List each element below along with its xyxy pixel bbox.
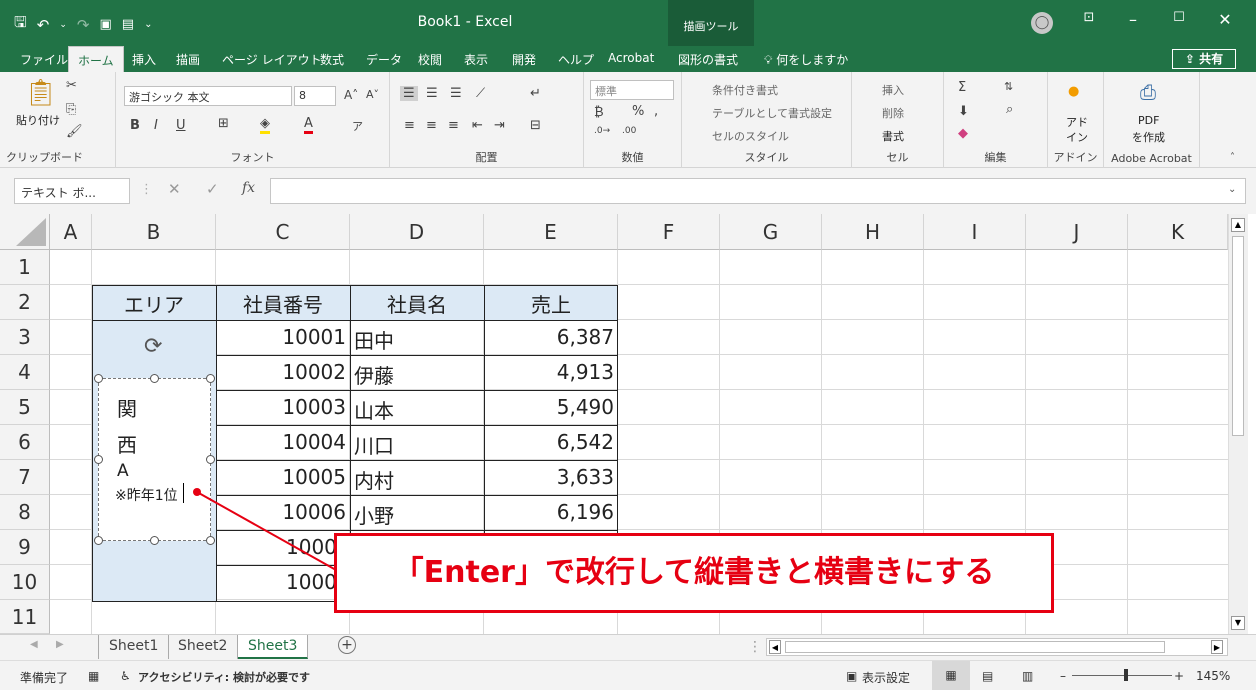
zoom-out-icon[interactable]: – bbox=[1060, 669, 1066, 683]
resize-handle-top-left[interactable] bbox=[94, 374, 103, 383]
resize-handle-left[interactable] bbox=[94, 455, 103, 464]
resize-handle-bottom[interactable] bbox=[150, 536, 159, 545]
rotate-handle-icon[interactable]: ⟳ bbox=[144, 334, 162, 359]
cell-sales[interactable]: 4,913 bbox=[484, 360, 614, 384]
macro-record-icon[interactable]: ▦ bbox=[88, 669, 99, 683]
zoom-slider-thumb[interactable] bbox=[1124, 669, 1128, 681]
vertical-scroll-thumb[interactable] bbox=[1232, 236, 1244, 436]
cell-sales[interactable]: 6,387 bbox=[484, 325, 614, 349]
cell-employee-id[interactable]: 1000 bbox=[286, 570, 337, 594]
cell-employee-id[interactable]: 10005 bbox=[216, 465, 346, 489]
cell-employee-name[interactable]: 山本 bbox=[354, 395, 394, 424]
cell-sales[interactable]: 6,542 bbox=[484, 430, 614, 454]
scroll-left-icon[interactable]: ◀ bbox=[769, 640, 781, 654]
cell-employee-id[interactable]: 1000 bbox=[286, 535, 337, 559]
zoom-in-icon[interactable]: + bbox=[1174, 669, 1184, 683]
accessibility-icon[interactable]: ♿︎ bbox=[120, 669, 131, 683]
sheet-prev-icon[interactable]: ◀ bbox=[30, 639, 38, 650]
view-page-layout-icon[interactable]: ▤ bbox=[982, 669, 993, 683]
shape-text-line1: 関 bbox=[117, 397, 137, 421]
text-cursor bbox=[183, 483, 184, 503]
cell-employee-id[interactable]: 10003 bbox=[216, 395, 346, 419]
tab-split-handle-icon[interactable]: ⋮ bbox=[748, 639, 762, 655]
cell-employee-name[interactable]: 川口 bbox=[354, 430, 394, 459]
sheet-tab-sheet2[interactable]: Sheet2 bbox=[168, 635, 239, 659]
cell-employee-name[interactable]: 田中 bbox=[354, 325, 394, 354]
zoom-slider[interactable] bbox=[1072, 669, 1172, 681]
view-page-break-icon[interactable]: ▥ bbox=[1022, 669, 1033, 683]
cell-sales[interactable]: 5,490 bbox=[484, 395, 614, 419]
header-employee-name[interactable]: 社員名 bbox=[350, 289, 484, 318]
header-sales[interactable]: 売上 bbox=[484, 289, 618, 318]
cell-employee-id[interactable]: 10004 bbox=[216, 430, 346, 454]
textbox-shape[interactable]: 関 西 A ※昨年1位 bbox=[98, 378, 211, 541]
sheet-tab-sheet1[interactable]: Sheet1 bbox=[98, 635, 170, 659]
view-normal-icon[interactable]: ▦ bbox=[932, 661, 970, 690]
header-area[interactable]: エリア bbox=[92, 289, 216, 318]
resize-handle-bottom-right[interactable] bbox=[206, 536, 215, 545]
cell-employee-name[interactable]: 伊藤 bbox=[354, 360, 394, 389]
add-sheet-icon[interactable]: + bbox=[338, 636, 356, 654]
vertical-scrollbar[interactable]: ▲ ▼ bbox=[1228, 214, 1248, 634]
zoom-level[interactable]: 145% bbox=[1196, 669, 1230, 683]
resize-handle-bottom-left[interactable] bbox=[94, 536, 103, 545]
cell-employee-name[interactable]: 小野 bbox=[354, 500, 394, 529]
shape-text-line4: ※昨年1位 bbox=[115, 488, 178, 504]
shape-text-line2: 西 bbox=[117, 433, 137, 457]
scroll-up-icon[interactable]: ▲ bbox=[1231, 218, 1245, 232]
annotation-callout: 「Enter」で改行して縦書きと横書きにする bbox=[334, 533, 1054, 613]
cell-employee-id[interactable]: 10001 bbox=[216, 325, 346, 349]
cell-sales[interactable]: 3,633 bbox=[484, 465, 614, 489]
scroll-right-icon[interactable]: ▶ bbox=[1211, 640, 1223, 654]
resize-handle-top-right[interactable] bbox=[206, 374, 215, 383]
cell-employee-id[interactable]: 10002 bbox=[216, 360, 346, 384]
resize-handle-top[interactable] bbox=[150, 374, 159, 383]
sheet-tab-sheet3[interactable]: Sheet3 bbox=[238, 635, 309, 659]
cell-employee-id[interactable]: 10006 bbox=[216, 500, 346, 524]
status-bar: 準備完了 ▦ ♿︎ アクセシビリティ: 検討が必要です ▣ 表示設定 ▦ ▤ ▥… bbox=[0, 660, 1256, 690]
display-settings-button[interactable]: 表示設定 bbox=[862, 669, 910, 686]
cell-sales[interactable]: 6,196 bbox=[484, 500, 614, 524]
status-ready: 準備完了 bbox=[20, 671, 69, 685]
display-settings-icon[interactable]: ▣ bbox=[846, 669, 857, 683]
accessibility-status[interactable]: アクセシビリティ: 検討が必要です bbox=[138, 669, 310, 685]
resize-handle-right[interactable] bbox=[206, 455, 215, 464]
scroll-down-icon[interactable]: ▼ bbox=[1231, 616, 1245, 630]
shape-text-line3: A bbox=[117, 461, 129, 481]
horizontal-scrollbar[interactable]: ◀ ▶ bbox=[766, 638, 1228, 656]
cell-employee-name[interactable]: 内村 bbox=[354, 465, 394, 494]
horizontal-scroll-thumb[interactable] bbox=[785, 641, 1165, 653]
sheet-next-icon[interactable]: ▶ bbox=[56, 639, 64, 650]
header-employee-id[interactable]: 社員番号 bbox=[216, 289, 350, 318]
